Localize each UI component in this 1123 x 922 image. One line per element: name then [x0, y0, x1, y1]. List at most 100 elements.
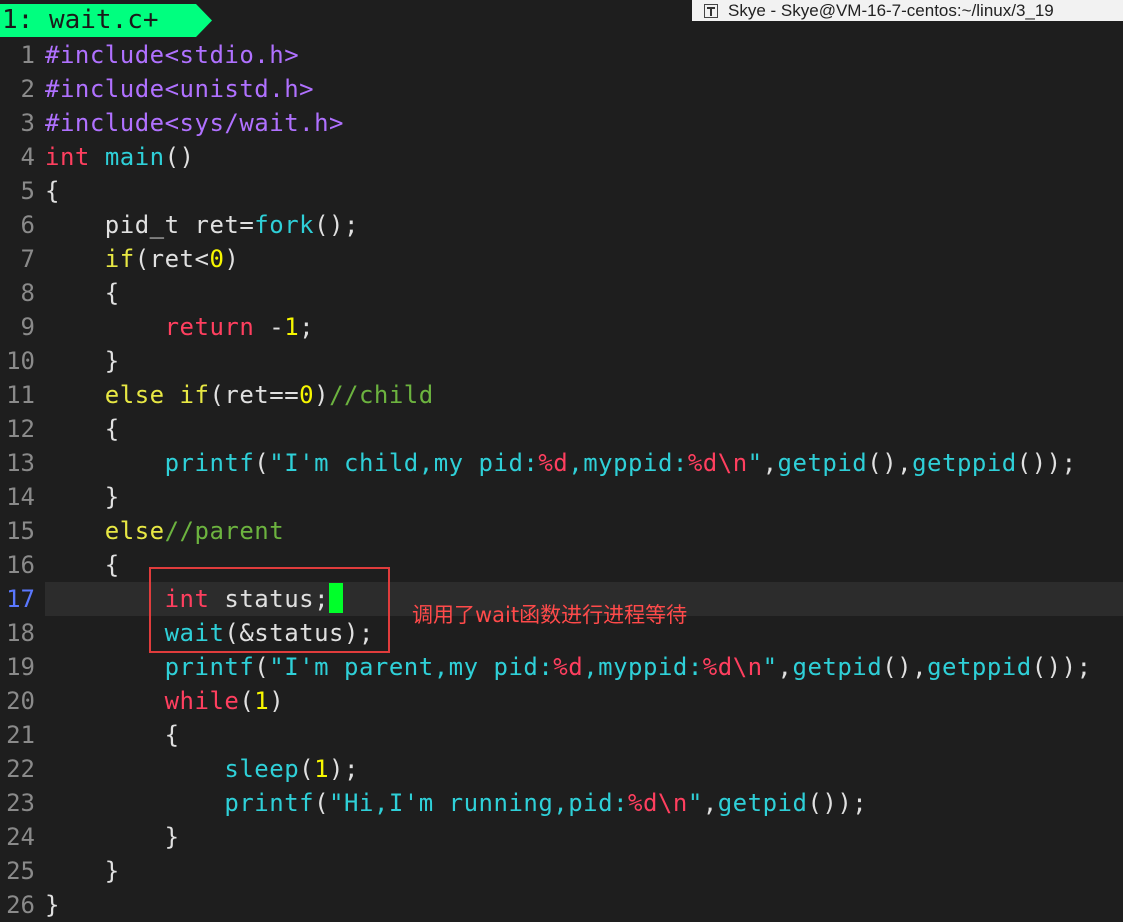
code-token: 1 — [314, 755, 330, 783]
code-token: printf — [164, 449, 255, 477]
code-token: (), — [867, 449, 913, 477]
line-code[interactable]: while(1) — [45, 684, 1123, 718]
line-code[interactable]: sleep(1); — [45, 752, 1123, 786]
line-number: 18 — [6, 619, 35, 647]
code-token: #include<unistd.h> — [45, 75, 315, 103]
code-line[interactable]: 9 return -1; — [0, 310, 1123, 344]
code-line[interactable]: 2 #include<unistd.h> — [0, 72, 1123, 106]
code-line[interactable]: 25 } — [0, 854, 1123, 888]
code-line[interactable]: 15 else//parent — [0, 514, 1123, 548]
code-token: return — [164, 313, 255, 341]
line-code[interactable]: return -1; — [45, 310, 1123, 344]
line-number: 12 — [6, 415, 35, 443]
line-code[interactable]: } — [45, 854, 1123, 888]
code-token: printf — [164, 653, 255, 681]
line-number: 1 — [20, 41, 35, 69]
line-code[interactable]: pid_t ret=fork(); — [45, 208, 1123, 242]
code-token: pid_t ret= — [45, 211, 255, 239]
line-code[interactable]: #include<sys/wait.h> — [45, 106, 1123, 140]
code-line[interactable]: 23 printf("Hi,I'm running,pid:%d\n",getp… — [0, 786, 1123, 820]
line-number: 17 — [6, 585, 35, 613]
code-token: getppid — [912, 449, 1017, 477]
code-token: ( — [254, 653, 270, 681]
code-token: %d — [538, 449, 569, 477]
line-code[interactable]: } — [45, 480, 1123, 514]
line-code[interactable]: printf("I'm parent,my pid:%d,myppid:%d\n… — [45, 650, 1123, 684]
line-code[interactable]: printf("Hi,I'm running,pid:%d\n",getpid(… — [45, 786, 1123, 820]
code-line[interactable]: 3 #include<sys/wait.h> — [0, 106, 1123, 140]
line-code[interactable]: } — [45, 820, 1123, 854]
code-editor[interactable]: 1 #include<stdio.h> 2 #include<unistd.h> 3 #i… — [0, 38, 1123, 922]
code-line[interactable]: 14 } — [0, 480, 1123, 514]
code-token: else — [104, 381, 165, 409]
line-number: 13 — [6, 449, 35, 477]
line-code[interactable]: } — [45, 344, 1123, 378]
line-code[interactable]: int main() — [45, 140, 1123, 174]
code-line[interactable]: 8 { — [0, 276, 1123, 310]
code-line[interactable]: 20 while(1) — [0, 684, 1123, 718]
code-line[interactable]: 4 int main() — [0, 140, 1123, 174]
code-token: , — [702, 789, 718, 817]
code-token: ()); — [1031, 653, 1092, 681]
code-token: } — [45, 347, 120, 375]
code-line[interactable]: 1 #include<stdio.h> — [0, 38, 1123, 72]
code-line[interactable]: 10 } — [0, 344, 1123, 378]
code-line[interactable]: 13 printf("I'm child,my pid:%d,myppid:%d… — [0, 446, 1123, 480]
highlight-box — [149, 567, 390, 653]
line-code[interactable]: { — [45, 718, 1123, 752]
code-token: { — [45, 279, 120, 307]
code-token: } — [45, 857, 120, 885]
code-line[interactable]: 22 sleep(1); — [0, 752, 1123, 786]
code-line[interactable]: 21 { — [0, 718, 1123, 752]
code-token: ; — [299, 313, 315, 341]
code-token: ); — [329, 755, 359, 783]
line-code[interactable]: printf("I'm child,my pid:%d,myppid:%d\n"… — [45, 446, 1123, 480]
code-token: //child — [329, 381, 434, 409]
code-token: ) — [269, 687, 285, 715]
line-code[interactable]: else//parent — [45, 514, 1123, 548]
code-token: //parent — [164, 517, 285, 545]
code-token: %d\n — [702, 653, 763, 681]
code-token: "Hi,I'm running,pid: — [329, 789, 629, 817]
code-line[interactable]: 19 printf("I'm parent,my pid:%d,myppid:%… — [0, 650, 1123, 684]
line-code[interactable]: if(ret<0) — [45, 242, 1123, 276]
line-code[interactable]: #include<unistd.h> — [45, 72, 1123, 106]
line-code[interactable]: #include<stdio.h> — [45, 38, 1123, 72]
code-token: getpid — [777, 449, 868, 477]
code-token: "I'm parent,my pid: — [269, 653, 554, 681]
line-code[interactable]: { — [45, 276, 1123, 310]
code-token: " — [747, 449, 763, 477]
code-token: ()); — [807, 789, 868, 817]
code-line[interactable]: 11 else if(ret==0)//child — [0, 378, 1123, 412]
code-token: " — [687, 789, 703, 817]
code-token: " — [762, 653, 778, 681]
code-token: if — [179, 381, 210, 409]
line-number: 8 — [20, 279, 35, 307]
code-token: ,myppid: — [583, 653, 703, 681]
code-line[interactable]: 7 if(ret<0) — [0, 242, 1123, 276]
code-line[interactable]: 6 pid_t ret=fork(); — [0, 208, 1123, 242]
line-number: 6 — [20, 211, 35, 239]
code-line[interactable]: 5{ — [0, 174, 1123, 208]
code-line[interactable]: 12 { — [0, 412, 1123, 446]
pin-icon[interactable] — [704, 4, 718, 18]
code-token: getppid — [927, 653, 1032, 681]
line-code[interactable]: { — [45, 412, 1123, 446]
code-line[interactable]: 26} — [0, 888, 1123, 922]
code-token: "I'm child,my pid: — [269, 449, 539, 477]
code-token: , — [777, 653, 793, 681]
line-code[interactable]: { — [45, 174, 1123, 208]
line-number: 9 — [20, 313, 35, 341]
buffer-tab[interactable]: 1: wait.c+ — [0, 4, 212, 37]
code-line[interactable]: 24 } — [0, 820, 1123, 854]
line-code[interactable]: } — [45, 888, 1123, 922]
code-token: { — [45, 551, 120, 579]
line-code[interactable]: else if(ret==0)//child — [45, 378, 1123, 412]
